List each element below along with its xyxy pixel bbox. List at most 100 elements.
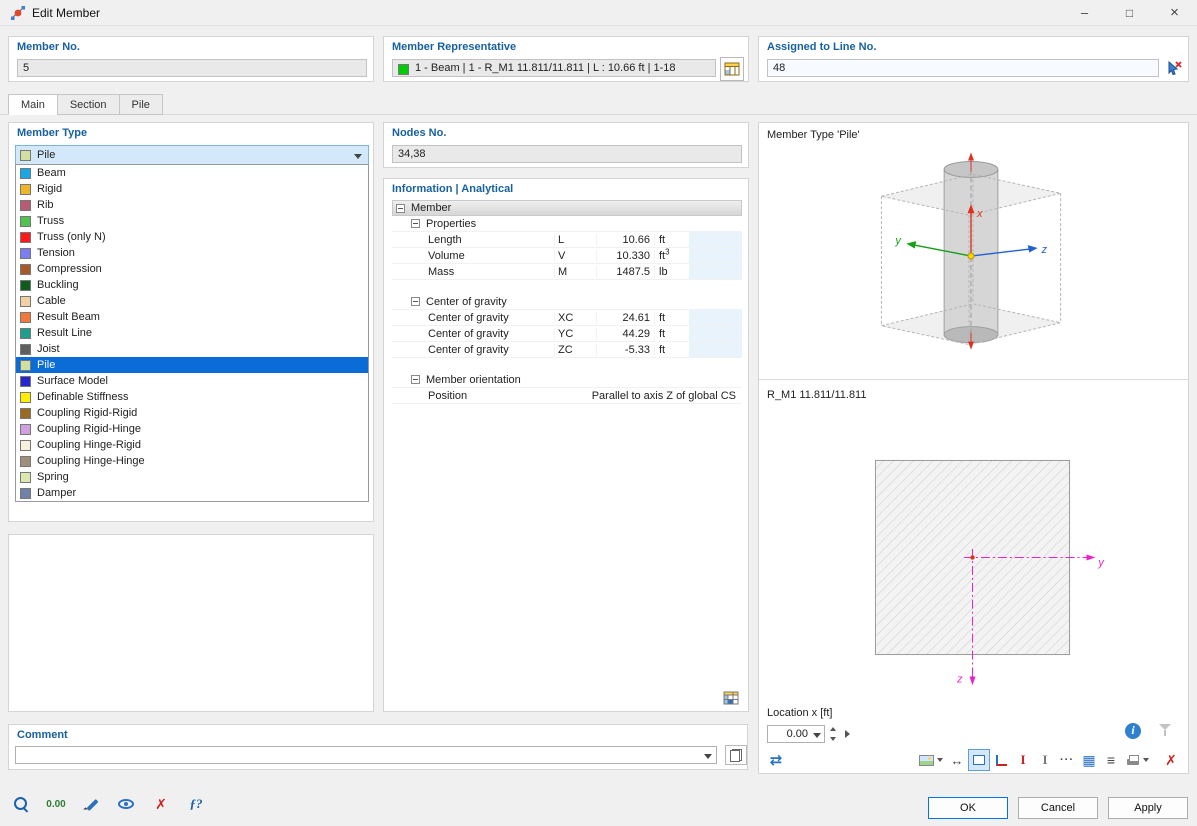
member-no-field[interactable]: 5 (17, 59, 367, 77)
member-type-option[interactable]: Tension (16, 245, 368, 261)
deselect-line-button[interactable] (1163, 57, 1185, 79)
member-type-option[interactable]: Joist (16, 341, 368, 357)
info-item-label: Center of gravity (428, 328, 554, 340)
member-type-option[interactable]: Compression (16, 261, 368, 277)
chevron-down-icon (813, 733, 821, 738)
member-type-option[interactable]: Coupling Hinge-Hinge (16, 453, 368, 469)
background-image-button[interactable] (916, 749, 946, 771)
tab-section[interactable]: Section (57, 94, 120, 115)
formula-button[interactable]: ƒ? (183, 792, 209, 816)
member-type-color-swatch (20, 392, 31, 403)
preview-divider (759, 379, 1188, 380)
dropdown-arrow-icon (937, 758, 943, 762)
tab-main[interactable]: Main (8, 94, 58, 115)
information-group: Information | Analytical MemberPropertie… (383, 178, 749, 712)
section-axes-button[interactable] (990, 749, 1012, 771)
numbering-button[interactable] (1056, 749, 1078, 771)
info-group-label: Member orientation (426, 374, 742, 386)
member-type-color-swatch (20, 200, 31, 211)
member-type-option[interactable]: Truss (only N) (16, 229, 368, 245)
collapse-toggle-icon[interactable] (411, 219, 420, 228)
spin-up-button[interactable] (827, 725, 840, 734)
comment-field[interactable] (15, 746, 717, 764)
member-type-option[interactable]: Rigid (16, 181, 368, 197)
info-item-unit: ft3 (654, 250, 688, 262)
assigned-line-field[interactable]: 48 (767, 59, 1159, 77)
section-parts-button[interactable]: I (1034, 749, 1056, 771)
member-type-option[interactable]: Result Line (16, 325, 368, 341)
grid-button[interactable] (1078, 749, 1100, 771)
member-type-option[interactable]: Coupling Hinge-Rigid (16, 437, 368, 453)
filter-button[interactable] (1159, 724, 1172, 737)
info-item-value: 10.330 (596, 250, 654, 262)
info-row-item: Center of gravityXC24.61ft (392, 310, 742, 326)
member-type-option[interactable]: Coupling Rigid-Hinge (16, 421, 368, 437)
collapse-toggle-icon[interactable] (396, 204, 405, 213)
ibeam-gray-icon: I (1042, 752, 1047, 768)
apply-button[interactable]: Apply (1108, 797, 1188, 819)
preview-panel: Member Type 'Pile' x y z R_M1 11.811/1 (758, 122, 1189, 774)
close-preview-button[interactable] (1160, 749, 1182, 771)
info-group-label: Member (411, 202, 741, 214)
member-type-color-swatch (20, 312, 31, 323)
swap-view-button[interactable] (765, 749, 787, 771)
member-type-color-swatch (20, 328, 31, 339)
info-item-cell (688, 342, 742, 357)
member-type-option[interactable]: Rib (16, 197, 368, 213)
member-type-option-label: Buckling (37, 279, 79, 291)
member-type-option[interactable]: Beam (16, 165, 368, 181)
collapse-toggle-icon[interactable] (411, 297, 420, 306)
ok-button[interactable]: OK (928, 797, 1008, 819)
member-type-option[interactable]: Definable Stiffness (16, 389, 368, 405)
decimal-places-button[interactable]: 0.00 (43, 792, 69, 816)
info-row-group: Properties (392, 216, 742, 232)
member-type-option[interactable]: Buckling (16, 277, 368, 293)
member-type-option[interactable]: Coupling Rigid-Rigid (16, 405, 368, 421)
display-properties-button[interactable] (113, 792, 139, 816)
member-type-list: Beam RigidRibTrussTruss (only N) Tension Co… (15, 164, 369, 502)
axis-y-label: y (894, 235, 902, 247)
close-button[interactable] (1152, 0, 1197, 26)
member-type-option[interactable]: Spring (16, 469, 368, 485)
info-button[interactable] (1125, 723, 1141, 739)
member-type-option[interactable]: Truss (16, 213, 368, 229)
table-settings-button[interactable] (720, 688, 742, 708)
member-type-option[interactable]: Pile (16, 357, 368, 373)
print-button[interactable] (1122, 749, 1152, 771)
member-type-color-swatch (20, 216, 31, 227)
minimize-button[interactable] (1062, 0, 1107, 26)
delete-input-button[interactable] (148, 792, 174, 816)
member-representative-button[interactable] (720, 57, 744, 81)
collapse-toggle-icon[interactable] (411, 375, 420, 384)
member-type-combo[interactable]: Pile (15, 145, 369, 165)
values-list-button[interactable] (1100, 749, 1122, 771)
info-item-symbol: V (554, 250, 596, 262)
edit-defaults-button[interactable] (78, 792, 104, 816)
member-type-option[interactable]: Cable (16, 293, 368, 309)
member-type-option[interactable]: Result Beam (16, 309, 368, 325)
find-in-graphic-button[interactable] (8, 792, 34, 816)
maximize-button[interactable] (1107, 0, 1152, 26)
section-name-label: R_M1 11.811/11.811 (767, 389, 866, 401)
cancel-button[interactable]: Cancel (1018, 797, 1098, 819)
info-item-label: Mass (428, 266, 554, 278)
location-value-combo[interactable]: 0.00 (767, 725, 825, 743)
member-type-option-label: Beam (37, 167, 66, 179)
spin-down-button[interactable] (827, 734, 840, 743)
member-type-option-label: Coupling Rigid-Hinge (37, 423, 141, 435)
location-step-button[interactable] (842, 725, 854, 743)
info-item-symbol: M (554, 266, 596, 278)
nodes-field[interactable]: 34,38 (392, 145, 742, 163)
tab-pile[interactable]: Pile (119, 94, 163, 115)
member-type-option[interactable]: Surface Model (16, 373, 368, 389)
copy-comment-button[interactable] (725, 745, 747, 765)
member-type-color-swatch (20, 232, 31, 243)
member-type-option[interactable]: Damper (16, 485, 368, 501)
chevron-down-icon (354, 154, 362, 159)
member-representative-field[interactable]: 1 - Beam | 1 - R_M1 11.811/11.811 | L : … (392, 59, 716, 77)
section-frame-button[interactable] (968, 749, 990, 771)
member-type-option-label: Tension (37, 247, 75, 259)
dimension-lines-button[interactable] (946, 749, 968, 771)
member-type-color-swatch (20, 472, 31, 483)
stress-points-button[interactable]: I (1012, 749, 1034, 771)
